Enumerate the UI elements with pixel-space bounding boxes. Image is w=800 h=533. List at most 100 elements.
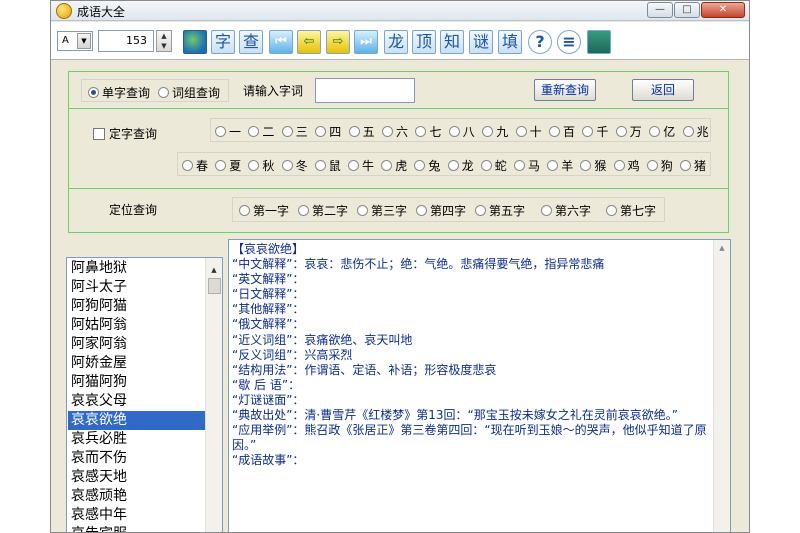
fill-button[interactable]: 填 xyxy=(498,30,522,54)
position-radio-group: 第一字 第二字 第三字 第四字 第五字 第六字 第七字 xyxy=(232,197,665,222)
maximize-button[interactable]: □ xyxy=(674,2,700,18)
list-item[interactable]: 哀哀欲绝 xyxy=(68,411,205,430)
requery-button[interactable]: 重新查询 xyxy=(534,79,596,101)
number-char-radio-7[interactable]: 八 xyxy=(448,123,475,140)
char-button[interactable]: 字 xyxy=(211,30,235,54)
size-spinner[interactable]: ▲ ▼ xyxy=(156,30,172,52)
zodiac-char-radio-11[interactable]: 羊 xyxy=(547,157,573,174)
list-item[interactable]: 哀告宾服 xyxy=(68,525,205,532)
chevron-down-icon[interactable]: ▼ xyxy=(77,33,91,49)
list-scrollbar[interactable]: ▲ xyxy=(205,258,222,532)
help-button[interactable]: ? xyxy=(528,30,552,54)
list-item[interactable]: 阿家阿翁 xyxy=(68,335,205,354)
list-item[interactable]: 阿姑阿翁 xyxy=(68,316,205,335)
scroll-up-icon[interactable]: ▲ xyxy=(206,262,222,278)
zodiac-char-radio-9[interactable]: 蛇 xyxy=(480,157,507,174)
number-char-radio-9[interactable]: 十 xyxy=(515,123,542,140)
word-input[interactable] xyxy=(315,78,415,103)
position-radio-2[interactable]: 第三字 xyxy=(357,202,407,219)
number-char-radio-0[interactable]: 一 xyxy=(215,123,241,140)
number-char-radio-11[interactable]: 千 xyxy=(582,123,608,140)
radio-icon xyxy=(580,160,592,171)
position-radio-3[interactable]: 第四字 xyxy=(416,202,466,219)
zodiac-char-radio-3[interactable]: 冬 xyxy=(281,157,308,174)
globe-button[interactable] xyxy=(183,30,207,54)
font-select[interactable]: A ▼ xyxy=(57,31,93,51)
next-button[interactable]: ⇨ xyxy=(326,30,350,54)
number-char-radio-5[interactable]: 六 xyxy=(382,123,408,140)
number-char-radio-6[interactable]: 七 xyxy=(415,123,441,140)
list-item[interactable]: 阿鼻地狱 xyxy=(68,259,205,278)
zodiac-char-radio-15[interactable]: 猪 xyxy=(680,157,706,174)
zodiac-char-radio-13[interactable]: 鸡 xyxy=(613,157,640,174)
list-item[interactable]: 阿斗太子 xyxy=(68,278,205,297)
radio-single-char[interactable]: 单字查询 xyxy=(88,84,150,101)
number-char-radio-label: 十 xyxy=(529,125,542,139)
number-char-radio-13[interactable]: 亿 xyxy=(649,123,675,140)
list-item[interactable]: 哀感顽艳 xyxy=(68,487,205,506)
last-button[interactable]: ⏭ xyxy=(354,30,378,54)
spin-down-icon[interactable]: ▼ xyxy=(157,41,171,51)
search-button[interactable]: 查 xyxy=(239,30,263,54)
number-char-radio-3[interactable]: 四 xyxy=(315,123,341,140)
close-button[interactable]: ✕ xyxy=(701,2,745,18)
detail-line: “近义词组”：哀痛欲绝、哀天叫地 xyxy=(232,332,413,347)
back-button[interactable]: 返回 xyxy=(632,79,694,101)
position-radio-5[interactable]: 第六字 xyxy=(541,202,591,219)
spin-up-icon[interactable]: ▲ xyxy=(157,31,171,41)
number-char-radio-4[interactable]: 五 xyxy=(348,123,375,140)
zodiac-char-radio-6[interactable]: 虎 xyxy=(381,157,407,174)
top-icon: 顶 xyxy=(415,32,432,51)
number-char-radio-1[interactable]: 二 xyxy=(248,123,274,140)
zodiac-char-radio-label: 马 xyxy=(528,159,541,173)
list-item[interactable]: 哀哀父母 xyxy=(68,392,205,411)
list-item[interactable]: 阿狗阿猫 xyxy=(68,297,205,316)
zodiac-char-radio-12[interactable]: 猴 xyxy=(580,157,606,174)
zodiac-char-radio-5[interactable]: 牛 xyxy=(348,157,374,174)
number-char-radio-10[interactable]: 百 xyxy=(549,123,575,140)
list-item[interactable]: 阿娇金屋 xyxy=(68,354,205,373)
zodiac-char-radio-10[interactable]: 马 xyxy=(514,157,540,174)
list-item[interactable]: 哀兵必胜 xyxy=(68,430,205,449)
title-bar: 成语大全 — □ ✕ xyxy=(51,1,749,21)
fixed-char-toggle[interactable]: 定字查询 xyxy=(93,125,157,142)
zodiac-char-radio-2[interactable]: 秋 xyxy=(248,157,274,174)
top-button[interactable]: 顶 xyxy=(412,30,436,54)
zodiac-char-radio-8[interactable]: 龙 xyxy=(447,157,474,174)
fixed-char-label: 定字查询 xyxy=(109,127,158,141)
first-button[interactable]: ⏮ xyxy=(269,30,293,54)
list-item[interactable]: 哀感中年 xyxy=(68,506,205,525)
radio-phrase[interactable]: 词组查询 xyxy=(158,84,220,101)
number-char-radio-8[interactable]: 九 xyxy=(482,123,508,140)
radio-icon xyxy=(182,160,193,171)
zodiac-char-radio-0[interactable]: 春 xyxy=(182,157,208,174)
position-radio-4[interactable]: 第五字 xyxy=(475,202,525,219)
zodiac-char-radio-4[interactable]: 鼠 xyxy=(314,157,341,174)
position-radio-1[interactable]: 第二字 xyxy=(298,202,348,219)
radio-icon xyxy=(582,126,594,137)
dragon-button[interactable]: 龙 xyxy=(384,30,408,54)
minimize-button[interactable]: — xyxy=(647,2,673,18)
know-button[interactable]: 知 xyxy=(440,30,464,54)
detail-panel[interactable]: 【哀哀欲绝】 “中文解释”：哀哀：悲伤不止；绝：气绝。悲痛得要气绝，指异常悲痛 “英… xyxy=(228,239,731,532)
zodiac-char-radio-14[interactable]: 狗 xyxy=(646,157,673,174)
list-item[interactable]: 哀而不伤 xyxy=(68,449,205,468)
size-field[interactable]: 153 xyxy=(98,30,154,52)
zodiac-char-radio-1[interactable]: 夏 xyxy=(215,157,241,174)
number-char-radio-2[interactable]: 三 xyxy=(281,123,308,140)
book-button[interactable] xyxy=(587,30,611,54)
list-item[interactable]: 哀感天地 xyxy=(68,468,205,487)
number-char-radio-14[interactable]: 兆 xyxy=(682,123,709,140)
idiom-list[interactable]: 阿鼻地狱 阿斗太子 阿狗阿猫 阿姑阿翁 阿家阿翁 阿娇金屋 阿猫阿狗 哀哀父母 哀哀欲绝 哀兵必胜… xyxy=(66,257,223,532)
position-radio-0[interactable]: 第一字 xyxy=(239,202,289,219)
scroll-up-icon[interactable]: ▲ xyxy=(714,240,730,256)
number-char-radio-12[interactable]: 万 xyxy=(615,123,642,140)
list-item[interactable]: 阿猫阿狗 xyxy=(68,373,205,392)
detail-scrollbar[interactable]: ▲ xyxy=(713,240,730,532)
menu-button[interactable]: ≡ xyxy=(557,30,581,54)
scroll-thumb[interactable] xyxy=(208,278,221,294)
zodiac-char-radio-7[interactable]: 兔 xyxy=(414,157,440,174)
prev-button[interactable]: ⇦ xyxy=(297,30,321,54)
riddle-button[interactable]: 谜 xyxy=(469,30,493,54)
position-radio-6[interactable]: 第七字 xyxy=(606,202,656,219)
